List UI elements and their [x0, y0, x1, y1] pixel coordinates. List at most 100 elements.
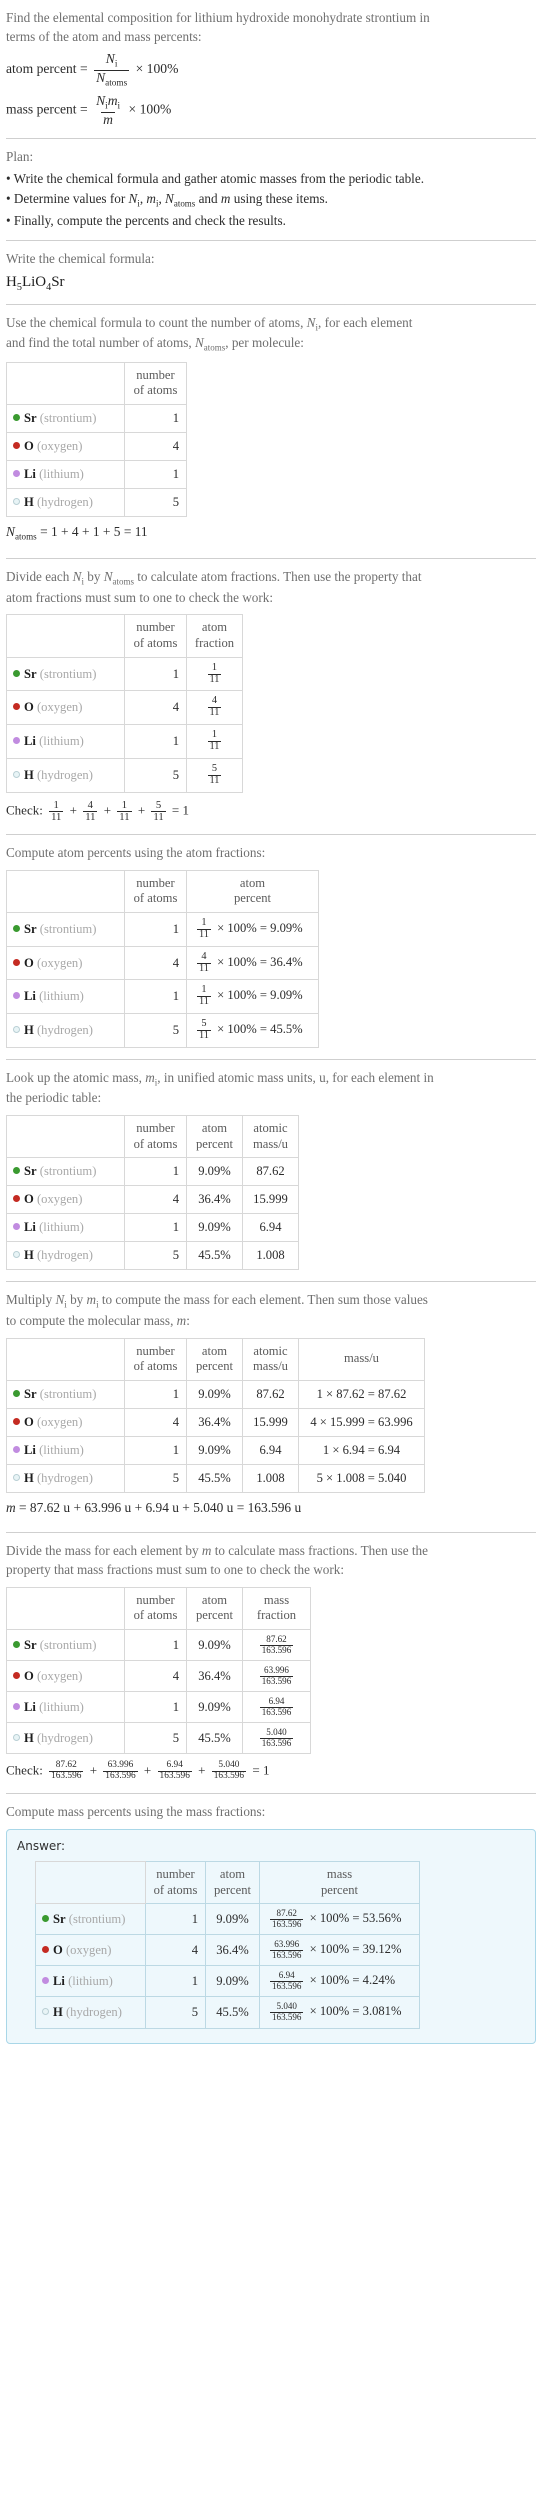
- col-header-number-of-atoms: number of atoms: [124, 1586, 187, 1631]
- count-cell-sr: 1: [124, 1157, 187, 1187]
- atomic-mass-cell-o: 15.999: [242, 1185, 299, 1215]
- atom-percent-tail: × 100%: [135, 61, 179, 77]
- atomic-mass-cell-sr: 87.62: [242, 1380, 299, 1409]
- count-cell-o: 4: [124, 1408, 187, 1437]
- table-header-row: number of atoms atom percent mass percen…: [35, 1860, 420, 1905]
- element-cell-sr: Sr (strontium): [6, 1380, 125, 1409]
- atomic-mass-cell-li: 6.94: [242, 1436, 299, 1465]
- table-row: Sr (strontium) 1 1 11 × 100% = 9.09%: [6, 912, 319, 947]
- element-color-dot-o: [42, 1945, 49, 1953]
- table-row: H (hydrogen) 5 45.5% 1.008: [6, 1241, 299, 1271]
- mass-percent-label: mass percent =: [6, 101, 88, 117]
- mass-fraction-section: Divide the mass for each element by m to…: [6, 1533, 536, 1793]
- atom-percent-cell-li: 9.09%: [186, 1213, 243, 1243]
- element-cell-o: O (oxygen): [6, 690, 125, 726]
- count-cell-sr: 1: [145, 1903, 206, 1936]
- chemical-formula-value: H5LiO4Sr: [6, 274, 65, 294]
- element-cell-li: Li (lithium): [6, 1436, 125, 1465]
- count-cell-o: 4: [124, 432, 187, 462]
- count-cell-sr: 1: [124, 1629, 187, 1662]
- mass-percent-cell-h: 5.040 163.596 × 100% = 3.081%: [259, 1996, 420, 2029]
- element-cell-sr: Sr (strontium): [6, 912, 125, 947]
- atom-fraction-section: Divide each Ni by Natoms to calculate at…: [6, 559, 536, 834]
- element-color-dot-o: [13, 442, 20, 450]
- mass-fraction-check: Check: 87.62 163.596 + 63.996 163.596 + 6.…: [6, 1760, 270, 1782]
- check-result: = 1: [171, 802, 190, 818]
- mass-fraction-cell-sr: 87.62 163.596: [242, 1629, 311, 1662]
- col-header-atom-percent: atom percent: [186, 1586, 243, 1631]
- element-color-dot-li: [13, 992, 20, 1000]
- question-line-2: terms of the atom and mass percents:: [6, 28, 202, 44]
- count-cell-li: 1: [124, 1436, 187, 1465]
- atom-percent-cell-sr: 9.09%: [205, 1903, 260, 1936]
- col-header-mass-percent: mass percent: [259, 1860, 420, 1905]
- table-row: O (oxygen) 4: [6, 432, 187, 462]
- table-row: H (hydrogen) 5 45.5% 5.040 163.596: [6, 1722, 311, 1755]
- element-cell-h: H (hydrogen): [35, 1996, 146, 2029]
- atom-percent-cell-h: 45.5%: [205, 1996, 260, 2029]
- atom-percent-section: Compute atom percents using the atom fra…: [6, 835, 536, 1059]
- mass-percent-definition: mass percent = Nimi m × 100%: [6, 94, 536, 127]
- element-cell-o: O (oxygen): [35, 1934, 146, 1967]
- mass-percent-cell-li: 6.94 163.596 × 100% = 4.24%: [259, 1965, 420, 1998]
- atom-percent-cell-o: 36.4%: [186, 1185, 243, 1215]
- count-cell-sr: 1: [124, 1380, 187, 1409]
- element-cell-sr: Sr (strontium): [6, 1629, 125, 1662]
- table-row: Sr (strontium) 1 9.09% 87.62 1 × 87.62 =…: [6, 1380, 425, 1409]
- atom-fraction-table: number of atoms atom fraction Sr (stront…: [6, 614, 243, 793]
- element-color-dot-h: [13, 770, 20, 778]
- mass-fraction-cell-o: 63.996 163.596: [242, 1660, 311, 1693]
- element-color-dot-h: [42, 2008, 49, 2016]
- plan-item-1: • Write the chemical formula and gather …: [6, 170, 424, 186]
- table-row: Li (lithium) 1 1 11 × 100% = 9.09%: [6, 979, 319, 1015]
- question-line-1: Find the elemental composition for lithi…: [6, 10, 430, 25]
- mass-section: Multiply Ni by mi to compute the mass fo…: [6, 1282, 536, 1532]
- plan-item-2-a: • Determine values for: [6, 190, 129, 206]
- plan-label: Plan:: [6, 149, 34, 164]
- plan-item-2: • Determine values for Ni, mi, Natoms an…: [6, 190, 328, 209]
- col-header-atomic-mass: atomic mass/u: [242, 1337, 299, 1382]
- atom-percent-cell-o: 36.4%: [186, 1660, 243, 1693]
- mass-cell-o: 4 × 15.999 = 63.996: [298, 1408, 425, 1437]
- count-cell-o: 4: [124, 1660, 187, 1693]
- atom-count-section: Use the chemical formula to count the nu…: [6, 305, 536, 558]
- table-row: H (hydrogen) 5 5 11: [6, 757, 243, 793]
- col-header-number-of-atoms: number of atoms: [124, 361, 187, 406]
- mass-percent-cell-o: 63.996 163.596 × 100% = 39.12%: [259, 1934, 420, 1967]
- table-row: Sr (strontium) 1 9.09% 87.62 163.596: [6, 1629, 311, 1662]
- element-color-dot-li: [13, 736, 20, 744]
- element-cell-h: H (hydrogen): [6, 1241, 125, 1271]
- element-cell-sr: Sr (strontium): [6, 656, 125, 692]
- count-cell-h: 5: [124, 1241, 187, 1271]
- table-row: H (hydrogen) 5 45.5% 1.008 5 × 1.008 = 5…: [6, 1464, 425, 1493]
- count-cell-li: 1: [145, 1965, 206, 1998]
- atomic-mass-cell-li: 6.94: [242, 1213, 299, 1243]
- table-row: O (oxygen) 4 36.4% 63.996 163.596: [6, 1660, 311, 1693]
- mass-cell-sr: 1 × 87.62 = 87.62: [298, 1380, 425, 1409]
- mass-percent-numerator: Nimi: [96, 93, 121, 112]
- count-cell-o: 4: [124, 1185, 187, 1215]
- table-row: Sr (strontium) 1: [6, 404, 187, 434]
- atom-percent-cell-h: 45.5%: [186, 1722, 243, 1755]
- count-cell-sr: 1: [124, 404, 187, 434]
- mass-percent-denominator: m: [101, 111, 115, 127]
- element-cell-o: O (oxygen): [6, 1660, 125, 1693]
- plan-item-3: • Finally, compute the percents and chec…: [6, 212, 286, 228]
- element-cell-li: Li (lithium): [6, 460, 125, 490]
- element-color-dot-o: [13, 703, 20, 711]
- mass-percent-prompt: Compute mass percents using the mass fra…: [6, 1803, 266, 1819]
- atomic-mass-cell-h: 1.008: [242, 1241, 299, 1271]
- table-header-row: number of atoms atom percent mass fracti…: [6, 1586, 311, 1631]
- count-cell-h: 5: [124, 757, 187, 793]
- count-cell-h: 5: [124, 1464, 187, 1493]
- element-cell-o: O (oxygen): [6, 1408, 125, 1437]
- element-cell-o: O (oxygen): [6, 432, 125, 462]
- element-cell-h: H (hydrogen): [6, 488, 125, 518]
- atom-percent-prompt: Compute atom percents using the atom fra…: [6, 844, 266, 860]
- table-row: Li (lithium) 1 9.09% 6.94 163.596 × 100% …: [35, 1965, 420, 1998]
- count-cell-sr: 1: [124, 912, 187, 947]
- count-cell-h: 5: [124, 1722, 187, 1755]
- mass-cell-h: 5 × 1.008 = 5.040: [298, 1464, 425, 1493]
- atomic-mass-cell-o: 15.999: [242, 1408, 299, 1437]
- mass-percent-tail: × 100%: [128, 101, 172, 117]
